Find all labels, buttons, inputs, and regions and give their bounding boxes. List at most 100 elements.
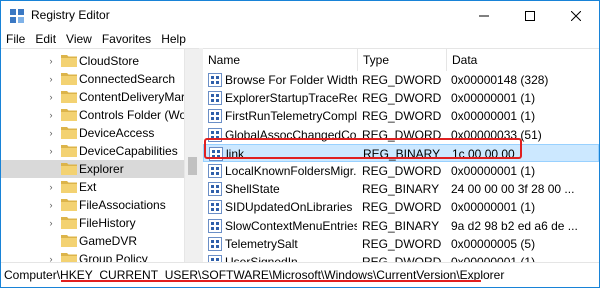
title-bar[interactable]: Registry Editor [1, 1, 599, 30]
folder-icon [61, 145, 77, 157]
folder-icon [61, 217, 77, 229]
maximize-button[interactable] [507, 1, 553, 30]
value-name: SlowContextMenuEntries [225, 219, 357, 233]
column-header-name[interactable]: Name [203, 49, 358, 71]
chevron-right-icon[interactable]: › [45, 181, 57, 193]
registry-editor-window: Registry Editor File Edit View Favorites… [0, 0, 600, 288]
value-name: LocalKnownFoldersMigr... [225, 164, 357, 178]
value-data: 0x00000001 (1) [451, 164, 536, 178]
address-highlight-underline [61, 280, 481, 282]
binary-value-icon [208, 109, 222, 123]
value-name: FirstRunTelemetryCompl... [225, 109, 357, 123]
menu-file[interactable]: File [1, 30, 30, 48]
tree-item[interactable]: › CloudStore [1, 52, 185, 70]
value-row[interactable]: Browse For Folder Width REG_DWORD 0x000001… [203, 71, 599, 89]
value-data: 0x00000005 (5) [451, 237, 536, 251]
chevron-right-icon[interactable]: › [45, 109, 57, 121]
value-name: Browse For Folder Width [225, 73, 357, 87]
value-name: UserSignedIn [225, 255, 298, 262]
chevron-right-icon[interactable] [45, 163, 57, 175]
value-data: 0x00000001 (1) [451, 200, 536, 214]
tree-item-label: ConnectedSearch [79, 72, 176, 86]
value-row[interactable]: ShellState REG_BINARY 24 00 00 00 3f 28 00… [203, 180, 599, 198]
tree-item[interactable]: › Ext [1, 178, 185, 196]
binary-value-icon [208, 182, 222, 196]
window-title: Registry Editor [31, 8, 110, 22]
value-type: REG_DWORD [362, 164, 442, 178]
chevron-right-icon[interactable]: › [45, 127, 57, 139]
tree-item[interactable]: › ContentDeliveryMar [1, 88, 186, 106]
menu-help[interactable]: Help [156, 30, 191, 48]
value-name: SIDUpdatedOnLibraries [225, 200, 353, 214]
tree-item[interactable]: Explorer [1, 160, 185, 178]
column-header-type[interactable]: Type [358, 49, 447, 71]
value-data: 0x00000001 (1) [451, 91, 536, 105]
tree-item[interactable]: › Controls Folder (Wov [1, 106, 193, 124]
tree-item-label: GameDVR [79, 234, 138, 248]
tree-item-label: Group Policy [79, 252, 148, 262]
key-tree[interactable]: › Group Policy GameDVR › FileHistory › FileAss… [1, 48, 199, 262]
value-type: REG_BINARY [362, 219, 440, 233]
value-row[interactable]: UserSignedIn REG_DWORD 0x00000001 (1) [203, 253, 599, 262]
tree-item-label: FileAssociations [79, 198, 166, 212]
status-bar: Computer\HKEY_CURRENT_USER\SOFTWARE\Micr… [1, 262, 599, 287]
value-data: 0x00000001 (1) [451, 109, 536, 123]
tree-item[interactable]: › FileHistory [1, 214, 185, 232]
list-header: Name Type Data [203, 49, 599, 71]
folder-icon [61, 199, 77, 211]
folder-icon [61, 73, 77, 85]
close-button[interactable] [553, 1, 599, 30]
column-header-data[interactable]: Data [447, 49, 599, 71]
value-type: REG_DWORD [362, 200, 442, 214]
value-name: ShellState [225, 182, 280, 196]
binary-value-icon [208, 73, 222, 87]
folder-icon [61, 253, 77, 262]
tree-item-label: DeviceCapabilities [79, 144, 178, 158]
chevron-right-icon[interactable]: › [45, 73, 57, 85]
tree-item-label: DeviceAccess [79, 126, 155, 140]
tree-item[interactable]: GameDVR [1, 232, 185, 250]
value-row[interactable]: TelemetrySalt REG_DWORD 0x00000005 (5) [203, 235, 599, 253]
value-row[interactable]: ExplorerStartupTraceRec... REG_DWORD 0x000… [203, 89, 599, 107]
value-row[interactable]: SIDUpdatedOnLibraries REG_DWORD 0x00000001… [203, 198, 599, 216]
chevron-right-icon[interactable]: › [45, 55, 57, 67]
value-name: TelemetrySalt [225, 237, 298, 251]
binary-value-icon [208, 91, 222, 105]
chevron-right-icon[interactable]: › [45, 217, 57, 229]
tree-item[interactable]: › FileAssociations [1, 196, 185, 214]
tree-item[interactable]: › ConnectedSearch [1, 70, 185, 88]
chevron-right-icon[interactable]: › [45, 199, 57, 211]
value-data: 0x00000148 (328) [451, 73, 549, 87]
folder-icon [61, 181, 77, 193]
tree-item-label: FileHistory [79, 216, 136, 230]
chevron-right-icon[interactable]: › [45, 91, 57, 103]
chevron-right-icon[interactable] [45, 235, 57, 247]
binary-value-icon [208, 219, 222, 233]
folder-icon [61, 91, 77, 103]
tree-scrollbar[interactable] [184, 49, 199, 262]
tree-item-label: Explorer [79, 162, 124, 176]
maximize-icon [525, 10, 535, 21]
tree-item-label: ContentDeliveryMar [79, 90, 186, 104]
folder-icon [61, 235, 77, 247]
tree-item[interactable]: › DeviceCapabilities [1, 142, 185, 160]
menu-view[interactable]: View [61, 30, 97, 48]
tree-item[interactable]: › Group Policy [1, 250, 185, 262]
value-row[interactable]: SlowContextMenuEntries REG_BINARY 9a d2 98… [203, 217, 599, 235]
value-row[interactable]: LocalKnownFoldersMigr... REG_DWORD 0x00000… [203, 162, 599, 180]
menu-favorites[interactable]: Favorites [97, 30, 156, 48]
value-row[interactable]: FirstRunTelemetryCompl... REG_DWORD 0x0000… [203, 107, 599, 125]
folder-icon [61, 127, 77, 139]
menu-edit[interactable]: Edit [30, 30, 61, 48]
tree-item-label: CloudStore [79, 54, 140, 68]
minimize-button[interactable] [461, 1, 507, 30]
chevron-right-icon[interactable]: › [45, 253, 57, 262]
tree-item[interactable]: › DeviceAccess [1, 124, 185, 142]
chevron-right-icon[interactable]: › [45, 145, 57, 157]
minimize-icon [479, 15, 489, 16]
tree-scrollbar-thumb[interactable] [188, 157, 197, 175]
tree-item-label: Controls Folder (Wov [79, 108, 193, 122]
menu-bar: File Edit View Favorites Help [1, 30, 599, 48]
folder-icon [61, 109, 77, 121]
value-data: 9a d2 98 b2 ed a6 de ... [451, 219, 578, 233]
